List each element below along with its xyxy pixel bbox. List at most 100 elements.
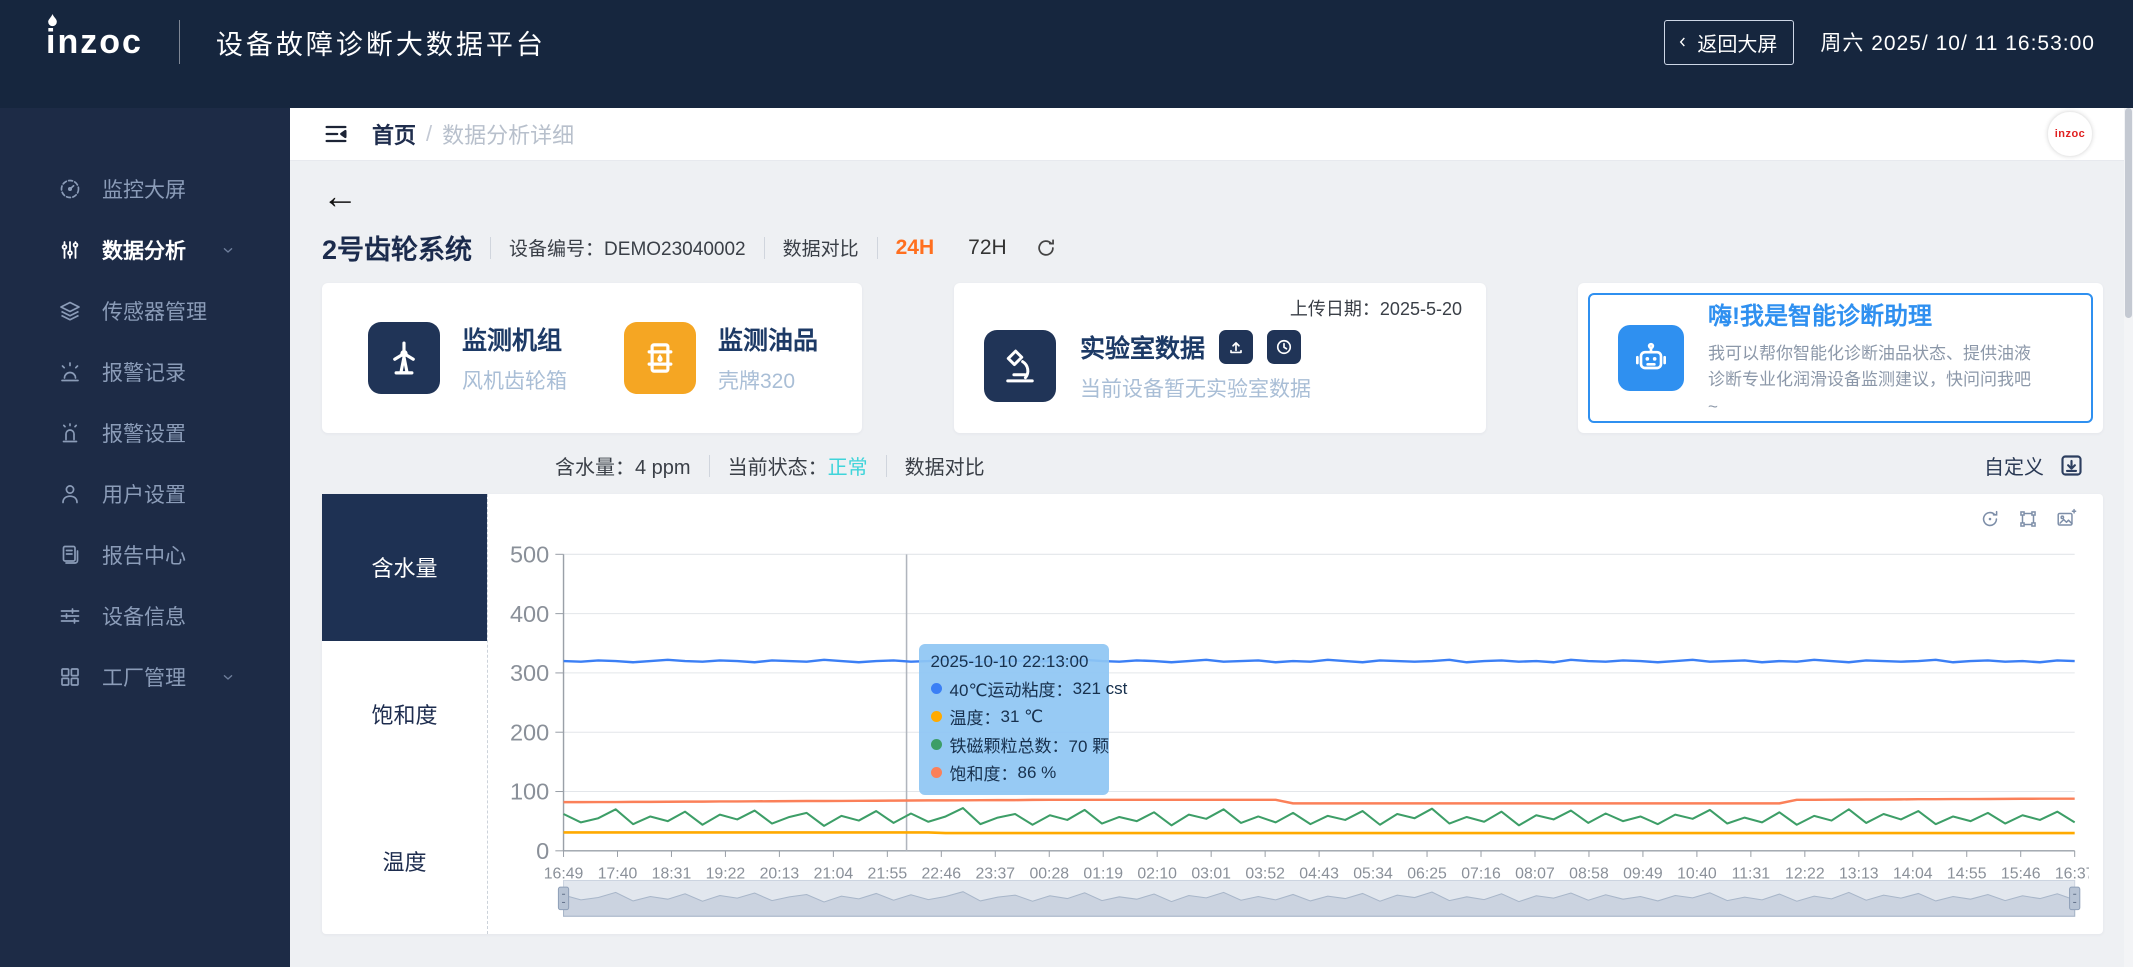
assistant-entry[interactable]: 嗨!我是智能诊断助理 我可以帮你智能化诊断油品状态、提供油液诊断专业化润滑设备监… [1588,293,2093,423]
compare-link[interactable]: 数据对比 [905,451,985,480]
layers-icon [58,299,82,323]
data-zoom-select-icon[interactable] [2017,508,2039,530]
trend-chart-panel: 含水量 饱和度 温度 [322,494,2103,934]
svg-text:10:40: 10:40 [1677,865,1717,882]
sidebar-item-device-info[interactable]: 设备信息 [0,585,290,646]
svg-text:300: 300 [510,660,549,686]
svg-text:500: 500 [510,541,549,567]
flame-icon [47,14,58,27]
oil-barrel-icon [624,322,696,394]
svg-text:09:49: 09:49 [1623,865,1663,882]
lab-subtitle: 当前设备暂无实验室数据 [1080,373,1311,403]
svg-text:100: 100 [510,779,549,805]
chevron-down-icon [220,242,236,258]
chart-tabs: 含水量 饱和度 温度 [322,494,488,934]
svg-text:20:13: 20:13 [760,865,800,882]
restore-icon[interactable] [1979,508,2001,530]
tab-water-content[interactable]: 含水量 [322,494,487,641]
assistant-desc: 我可以帮你智能化诊断油品状态、提供油液诊断专业化润滑设备监测建议，快问问我吧~ [1708,341,2038,420]
svg-text:01:19: 01:19 [1083,865,1123,882]
header-datetime: 周六 2025/ 10/ 11 16:53:00 [1820,27,2095,57]
svg-text:00:28: 00:28 [1029,865,1069,882]
sidebar-item-data-analysis[interactable]: 数据分析 [0,219,290,280]
monitor-card: 监测机组 风机齿轮箱 监测油品 壳牌320 [322,283,862,433]
report-icon [58,543,82,567]
analysis-icon [58,238,82,262]
svg-text:21:04: 21:04 [814,865,854,882]
current-state: 当前状态：正常 [728,451,868,480]
return-big-screen-button[interactable]: 返回大屏 [1664,20,1794,65]
upload-date: 上传日期：2025-5-20 [984,295,1462,321]
water-content: 含水量：4 ppm [555,451,691,480]
breadcrumb-separator: / [426,121,432,147]
range-72h-toggle[interactable]: 72H [968,236,1007,260]
save-image-icon[interactable] [2055,508,2077,530]
svg-text:16:37: 16:37 [2055,865,2089,882]
chevron-left-icon [1675,32,1691,52]
sidebar-nav: 监控大屏 数据分析 传感器管理 报警记录 报警设置 用户设置 报告中心 [0,108,290,967]
svg-text:19:22: 19:22 [706,865,746,882]
refresh-icon[interactable] [1035,237,1057,259]
divider [877,237,878,259]
svg-text:11:31: 11:31 [1732,865,1771,882]
scrollbar[interactable] [2124,108,2133,967]
upload-icon[interactable] [1219,330,1253,364]
svg-text:22:46: 22:46 [922,865,962,882]
svg-text:08:07: 08:07 [1515,865,1555,882]
app-title: 设备故障诊断大数据平台 [216,23,546,62]
breadcrumb: 首页 / 数据分析详细 inzoc [290,108,2133,160]
header-divider [179,20,180,64]
svg-text:03:01: 03:01 [1191,865,1231,882]
robot-icon [1618,325,1684,391]
monitor-oil-group: 监测油品 壳牌320 [624,321,854,395]
svg-text:02:10: 02:10 [1137,865,1177,882]
tab-saturation[interactable]: 饱和度 [322,641,487,788]
svg-text:16:49: 16:49 [544,865,584,882]
svg-text:14:55: 14:55 [1947,865,1987,882]
avatar[interactable]: inzoc [2047,111,2093,157]
svg-text:17:40: 17:40 [598,865,638,882]
status-badge: 正常 [828,457,868,479]
svg-text:18:31: 18:31 [652,865,692,882]
sidebar-item-report-center[interactable]: 报告中心 [0,524,290,585]
collapse-menu-icon[interactable] [322,120,350,148]
svg-text:0: 0 [536,838,549,864]
sidebar-item-factory-management[interactable]: 工厂管理 [0,646,290,707]
svg-text:13:13: 13:13 [1839,865,1879,882]
microscope-icon [984,330,1056,402]
alarm-icon [58,360,82,384]
line-chart-with-datazoom[interactable]: 010020030040050016:4917:4018:3119:2220:1… [494,540,2089,920]
history-icon[interactable] [1267,330,1301,364]
assistant-title: 嗨!我是智能诊断助理 [1708,296,2038,331]
logo-text: inzoc [46,23,143,61]
download-icon[interactable] [2058,452,2085,479]
scrollbar-thumb[interactable] [2125,108,2132,318]
sidebar-item-alarm-settings[interactable]: 报警设置 [0,402,290,463]
svg-text:07:16: 07:16 [1461,865,1501,882]
chart-toolbar [1979,508,2077,530]
app-logo: inzoc [46,23,143,62]
divider [709,455,710,477]
svg-text:04:43: 04:43 [1299,865,1339,882]
sidebar-item-monitor-screen[interactable]: 监控大屏 [0,158,290,219]
sidebar-item-user-settings[interactable]: 用户设置 [0,463,290,524]
divider [490,237,491,259]
data-compare-link[interactable]: 数据对比 [783,234,859,261]
svg-text:21:55: 21:55 [868,865,908,882]
breadcrumb-home[interactable]: 首页 [372,118,416,150]
svg-text:23:37: 23:37 [975,865,1015,882]
sidebar-item-sensor-management[interactable]: 传感器管理 [0,280,290,341]
siren-icon [58,421,82,445]
dashboard-icon [58,177,82,201]
svg-text:06:25: 06:25 [1407,865,1447,882]
tab-temperature[interactable]: 温度 [322,787,487,934]
breadcrumb-current: 数据分析详细 [442,118,574,150]
sidebar-item-alarm-records[interactable]: 报警记录 [0,341,290,402]
custom-label[interactable]: 自定义 [1984,451,2044,480]
divider [886,455,887,477]
range-24h-toggle[interactable]: 24H [896,236,935,260]
back-arrow-button[interactable]: ← [322,178,366,214]
divider [764,237,765,259]
svg-text:03:52: 03:52 [1245,865,1285,882]
svg-text:15:46: 15:46 [2001,865,2041,882]
